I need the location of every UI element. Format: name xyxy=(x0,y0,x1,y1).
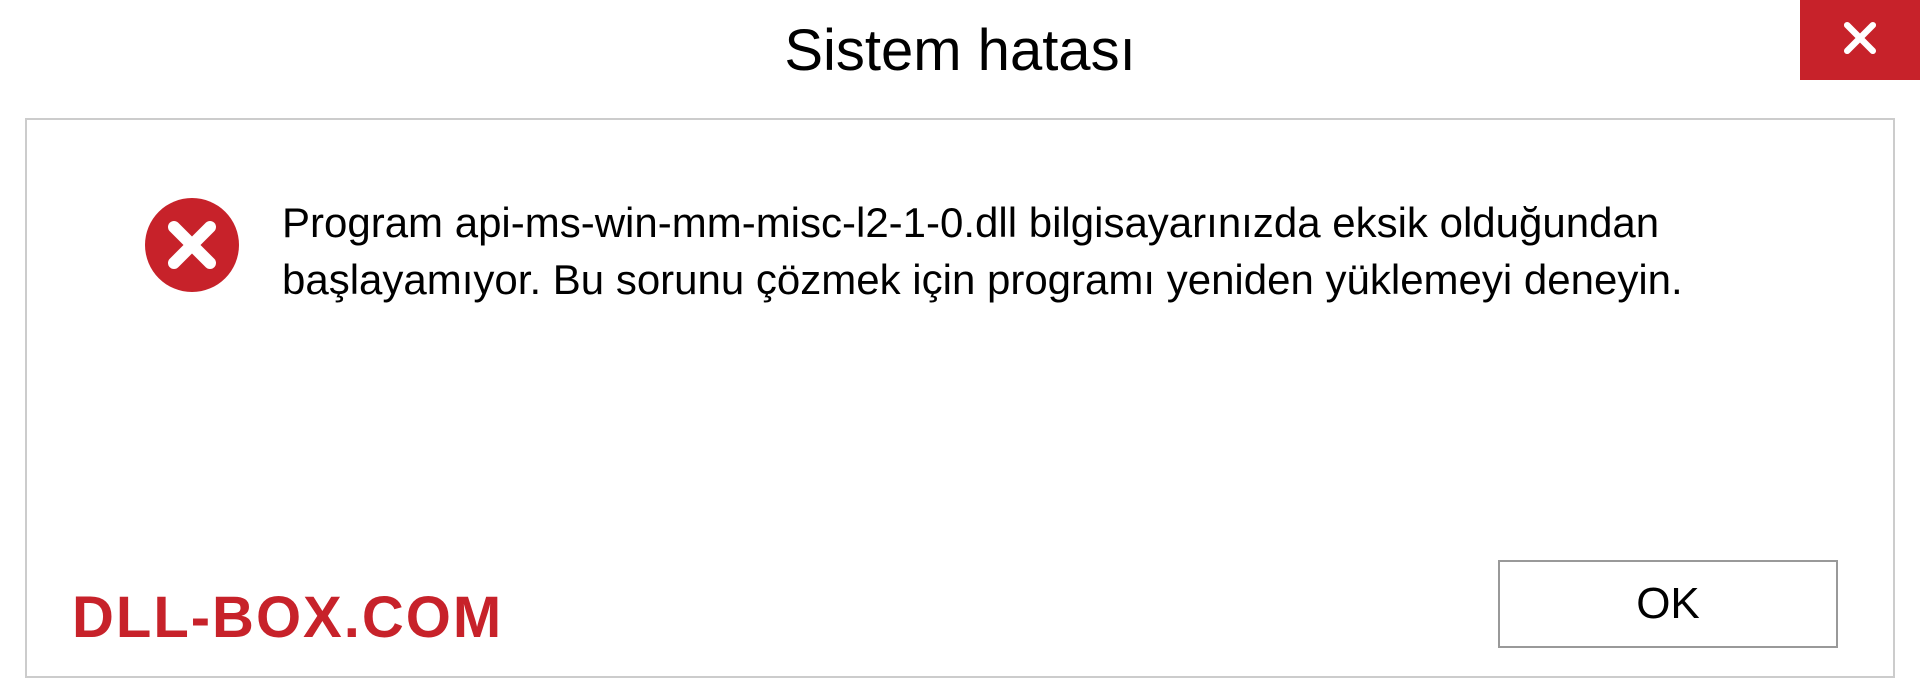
close-button[interactable] xyxy=(1800,0,1920,80)
close-icon xyxy=(1838,16,1882,65)
titlebar: Sistem hatası xyxy=(0,0,1920,100)
ok-button[interactable]: OK xyxy=(1498,560,1838,648)
content-row: Program api-ms-win-mm-misc-l2-1-0.dll bi… xyxy=(142,195,1823,308)
dialog-body: Program api-ms-win-mm-misc-l2-1-0.dll bi… xyxy=(25,118,1895,678)
error-icon xyxy=(142,195,242,295)
dialog-title: Sistem hatası xyxy=(784,17,1135,84)
error-message: Program api-ms-win-mm-misc-l2-1-0.dll bi… xyxy=(282,195,1782,308)
watermark-text: DLL-BOX.COM xyxy=(72,584,503,651)
